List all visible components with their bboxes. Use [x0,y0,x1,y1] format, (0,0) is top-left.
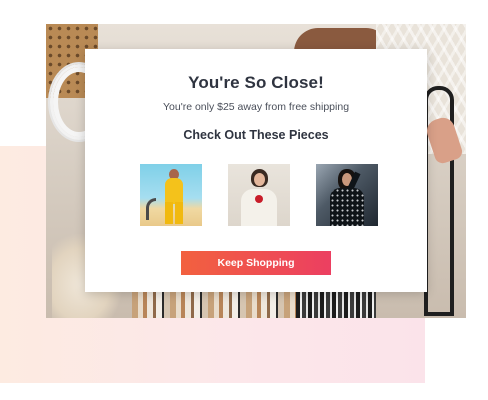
free-shipping-popup: You're So Close! You're only $25 away fr… [85,49,427,292]
product-thumbnail-sequin-dress[interactable] [316,164,378,226]
section-title: Check Out These Pieces [183,128,329,142]
thumb-yellow-pants [165,202,183,224]
thumb-yellow-top [165,178,183,204]
thumb-lamp [146,198,156,220]
thumb-model-face [254,173,265,186]
keep-shopping-button[interactable]: Keep Shopping [181,251,331,275]
product-thumbnail-white-blazer[interactable] [228,164,290,226]
popup-subtitle: You're only $25 away from free shipping [162,101,350,113]
product-thumbnails [140,164,378,226]
popup-title: You're So Close! [188,73,324,92]
thumb-red-rose [255,195,263,203]
thumb-sequin-dress [330,188,364,226]
product-thumbnail-yellow-outfit[interactable] [140,164,202,226]
